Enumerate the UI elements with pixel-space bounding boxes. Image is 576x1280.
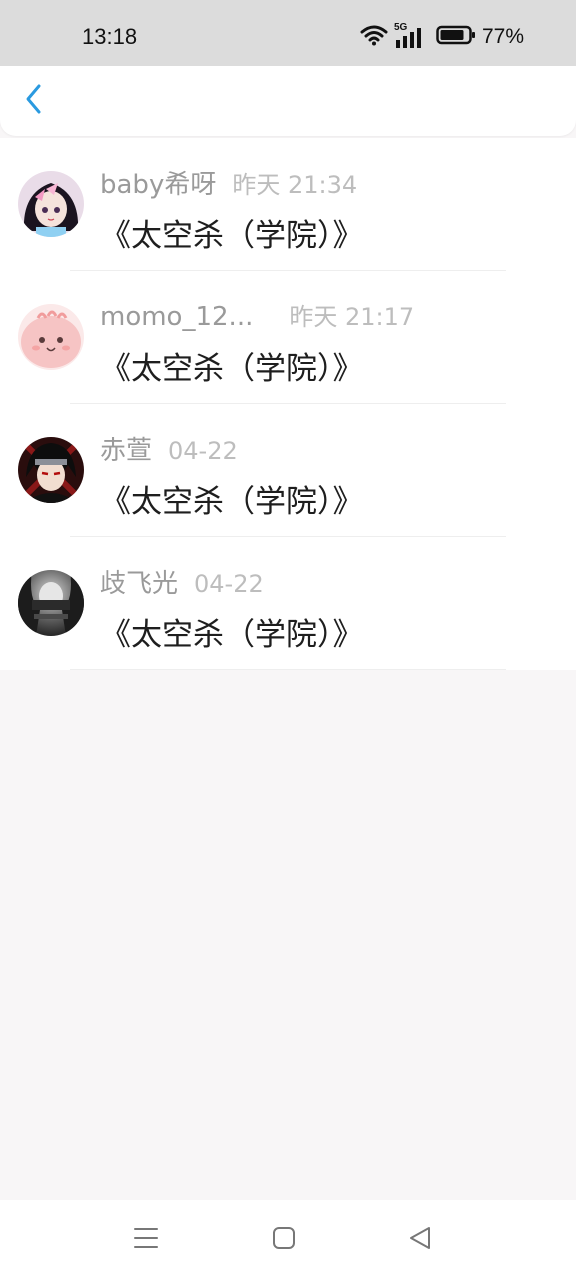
message-meta: 歧飞光 04-22 [100,563,264,600]
avatar[interactable] [18,570,84,636]
message-text: 《太空杀（学院）》 [100,484,364,520]
timestamp: 昨天 21:34 [232,171,358,199]
menu-icon [133,1226,159,1254]
timestamp: 昨天 21:17 [289,303,415,331]
battery-icon [436,25,476,49]
anime-girl-avatar [18,171,84,237]
username[interactable]: 赤萱 [100,430,152,467]
message-text: 《太空杀（学院）》 [100,218,364,254]
message-meta: 赤萱 04-22 [100,430,238,467]
wifi-icon [360,24,388,50]
list-item[interactable]: 歧飞光 04-22 《太空杀（学院）》 [0,537,576,670]
username[interactable]: baby希呀 [100,164,216,201]
timestamp: 04-22 [194,570,264,598]
message-meta: baby希呀 昨天 21:34 [100,164,357,201]
avatar[interactable] [18,304,84,370]
back-triangle-icon [407,1226,433,1254]
username[interactable]: 歧飞光 [100,563,178,600]
anime-boy-avatar [18,437,84,503]
avatar[interactable] [18,437,84,503]
timestamp: 04-22 [168,437,238,465]
battery-percentage: 77% [481,25,524,48]
system-nav-bar [0,1200,576,1280]
back-nav-button[interactable] [404,1224,436,1256]
message-meta: momo_12... 昨天 21:17 [100,297,414,332]
list-item[interactable]: baby希呀 昨天 21:34 《太空杀（学院）》 [0,138,576,271]
home-icon [272,1226,296,1254]
dark-photo-avatar [18,570,84,636]
menu-button[interactable] [130,1224,162,1256]
divider [70,669,506,670]
status-bar: 13:18 5G 77% [0,0,576,66]
page-header [0,66,576,136]
list-item[interactable]: momo_12... 昨天 21:17 《太空杀（学院）》 [0,271,576,404]
pink-blob-avatar [18,304,84,370]
signal-5g-icon: 5G [394,22,424,49]
message-text: 《太空杀（学院）》 [100,617,364,653]
back-button[interactable] [16,84,50,118]
home-button[interactable] [268,1224,300,1256]
status-time: 13:18 [82,24,138,49]
username[interactable]: momo_12... [100,302,253,332]
avatar[interactable] [18,171,84,237]
list-item[interactable]: 赤萱 04-22 《太空杀（学院）》 [0,404,576,537]
chevron-left-icon [23,83,43,119]
message-text: 《太空杀（学院）》 [100,351,364,387]
status-icons: 5G 77% [360,22,524,52]
message-list: baby希呀 昨天 21:34 《太空杀（学院）》 momo_12... 昨天 … [0,138,576,670]
